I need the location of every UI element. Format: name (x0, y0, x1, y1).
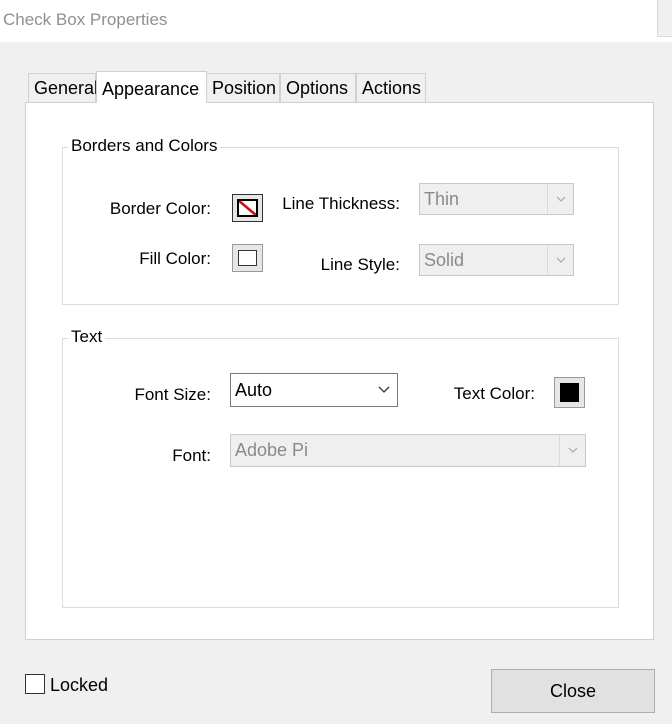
line-thickness-select[interactable]: Thin (419, 183, 574, 215)
text-color-swatch[interactable] (554, 377, 585, 408)
chevron-down-icon-graphic (568, 447, 578, 453)
fill-color-sample (238, 250, 257, 266)
borders-and-colors-group: Borders and Colors Border Color: Fill Co… (62, 136, 619, 305)
line-thickness-value: Thin (424, 189, 460, 209)
chevron-down-icon (371, 374, 397, 406)
title-bar: Check Box Properties (0, 0, 672, 42)
font-value: Adobe Pi (235, 440, 309, 460)
text-color-sample (560, 383, 579, 402)
chevron-down-icon (547, 245, 573, 275)
chevron-down-icon-graphic (556, 196, 566, 202)
tab-actions[interactable]: Actions (356, 73, 426, 102)
window-title: Check Box Properties (3, 10, 168, 29)
tab-appearance[interactable]: Appearance (96, 71, 207, 103)
borders-and-colors-title: Borders and Colors (68, 136, 221, 156)
line-style-select[interactable]: Solid (419, 244, 574, 276)
font-size-label: Font Size: (134, 385, 211, 404)
text-group-title: Text (68, 327, 106, 347)
border-color-swatch[interactable] (232, 194, 263, 222)
line-style-label: Line Style: (320, 255, 400, 274)
text-group: Text Font Size: Auto Text Color: Font: A… (62, 327, 619, 608)
font-select[interactable]: Adobe Pi (230, 434, 586, 467)
chevron-down-icon (547, 184, 573, 214)
border-color-label: Border Color: (109, 199, 211, 218)
line-style-value: Solid (424, 250, 465, 270)
close-button[interactable]: Close (491, 669, 655, 713)
line-thickness-label: Line Thickness: (282, 194, 400, 213)
appearance-panel: Borders and Colors Border Color: Fill Co… (25, 102, 654, 640)
tab-position[interactable]: Position (206, 73, 280, 102)
chevron-down-icon (559, 435, 585, 466)
chevron-down-icon-graphic (378, 386, 390, 393)
no-color-slash-icon (237, 199, 258, 217)
locked-label[interactable]: Locked (50, 675, 108, 696)
fill-color-swatch[interactable] (232, 244, 263, 272)
locked-checkbox[interactable] (25, 674, 45, 694)
tab-general[interactable]: General (28, 73, 98, 102)
no-color-slash-icon-graphic (239, 201, 256, 215)
font-label: Font: (172, 446, 211, 465)
font-size-select[interactable]: Auto (230, 373, 398, 407)
font-size-value: Auto (235, 380, 273, 400)
text-color-label: Text Color: (453, 384, 535, 403)
tab-options[interactable]: Options (280, 73, 356, 102)
chevron-down-icon-graphic (556, 257, 566, 263)
title-bar-control[interactable] (657, 0, 672, 37)
fill-color-label: Fill Color: (139, 249, 211, 268)
